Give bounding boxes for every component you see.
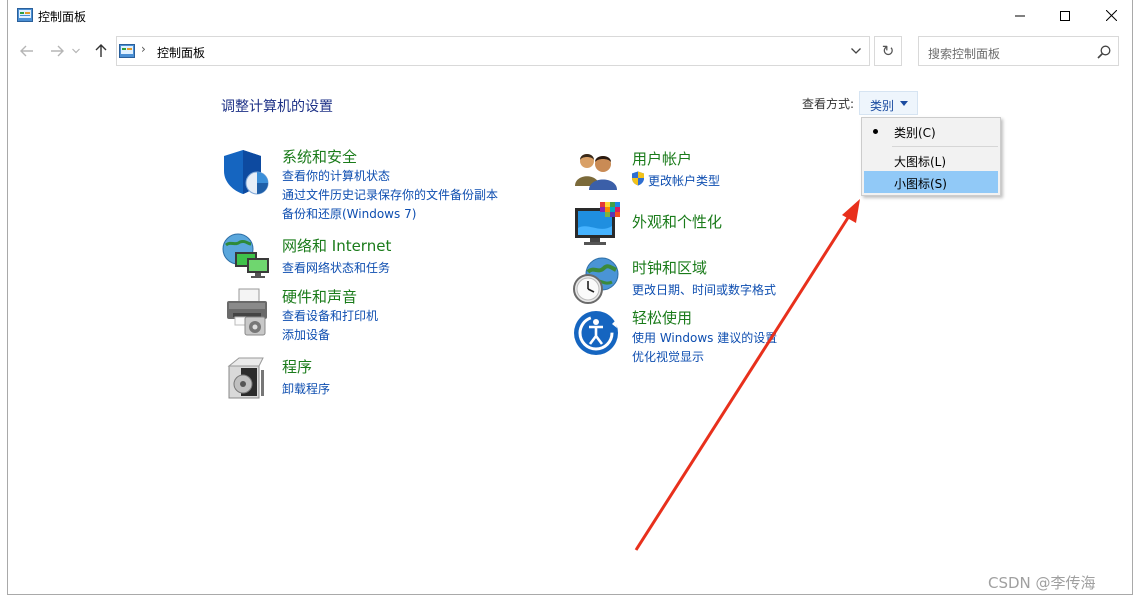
printer-icon[interactable] [221,287,271,337]
link-optimize-visual-display[interactable]: 优化视觉显示 [632,348,704,365]
link-view-network-status[interactable]: 查看网络状态和任务 [282,259,390,276]
window-title: 控制面板 [38,10,87,24]
breadcrumb-separator[interactable]: › [141,42,146,56]
link-change-date-time-format[interactable]: 更改日期、时间或数字格式 [632,281,776,298]
maximize-icon [1060,10,1070,21]
forward-button[interactable] [48,42,66,60]
watermark-text: CSDN @李传海 [988,574,1096,592]
network-globe-icon[interactable] [221,232,271,282]
breadcrumb-control-panel[interactable]: 控制面板 [157,44,205,61]
view-by-menu: 类别(C) 大图标(L) 小图标(S) [861,117,1001,196]
link-change-account-type[interactable]: 更改帐户类型 [648,172,720,189]
link-uninstall-program[interactable]: 卸载程序 [282,380,330,397]
search-icon[interactable] [1097,45,1111,59]
link-file-history-backup[interactable]: 通过文件历史记录保存你的文件备份副本 [282,186,498,203]
address-bar[interactable]: › 控制面板 [116,36,870,66]
shield-icon[interactable] [221,147,271,197]
menu-item-label: 类别(C) [894,126,936,140]
category-hardware-sound[interactable]: 硬件和声音 [282,286,357,307]
view-by-label: 查看方式: [802,97,855,111]
selected-bullet-icon [873,129,878,134]
link-view-computer-status[interactable]: 查看你的计算机状态 [282,167,390,184]
link-view-devices-printers[interactable]: 查看设备和打印机 [282,307,378,324]
display-palette-icon[interactable] [572,200,622,250]
refresh-icon: ↻ [881,42,895,60]
clock-globe-icon[interactable] [572,256,622,306]
category-user-accounts[interactable]: 用户帐户 [632,148,692,169]
maximize-button[interactable] [1042,0,1088,31]
minimize-button[interactable] [997,0,1043,31]
link-windows-recommended-settings[interactable]: 使用 Windows 建议的设置 [632,329,777,346]
control-panel-icon [17,8,33,22]
address-history-button[interactable] [843,37,869,65]
control-panel-icon [119,44,135,58]
users-icon[interactable] [572,146,622,196]
view-by-value: 类别 [870,99,895,113]
search-placeholder: 搜索控制面板 [928,47,1001,61]
up-arrow-icon [95,44,107,57]
minimize-icon [1015,15,1025,16]
menu-item-large-icons[interactable]: 大图标(L) [864,149,998,171]
menu-item-label: 小图标(S) [894,177,947,191]
category-programs[interactable]: 程序 [282,356,312,377]
search-box[interactable]: 搜索控制面板 [918,36,1119,66]
title-bar: 控制面板 [8,0,1132,31]
category-network-internet[interactable]: 网络和 Internet [282,235,391,256]
close-button[interactable] [1088,0,1134,31]
refresh-button[interactable]: ↻ [874,36,902,66]
close-icon [1105,10,1117,21]
chevron-down-icon [72,48,80,54]
ease-of-access-icon[interactable] [572,308,622,358]
chevron-down-icon [851,48,861,54]
category-ease-of-access[interactable]: 轻松使用 [632,307,692,328]
link-backup-restore-win7[interactable]: 备份和还原(Windows 7) [282,205,416,222]
category-clock-region[interactable]: 时钟和区域 [632,257,707,278]
programs-icon[interactable] [221,352,271,402]
category-appearance-personalization[interactable]: 外观和个性化 [632,211,722,232]
navigation-bar: › 控制面板 ↻ 搜索控制面板 [8,36,1132,68]
link-add-device[interactable]: 添加设备 [282,326,330,343]
recent-locations-button[interactable] [71,42,81,60]
uac-shield-icon [632,171,644,186]
forward-arrow-icon [51,45,64,57]
menu-separator [892,146,998,147]
control-panel-window: 控制面板 › 控制面板 ↻ 搜索控制面板 调整计算机的设置 查看方式: 类别 系… [7,0,1133,595]
category-system-security[interactable]: 系统和安全 [282,146,357,167]
up-button[interactable] [92,42,110,60]
page-title: 调整计算机的设置 [221,99,333,115]
menu-item-category[interactable]: 类别(C) [864,120,998,142]
menu-item-small-icons[interactable]: 小图标(S) [864,171,998,193]
caret-down-icon [900,101,908,106]
menu-item-label: 大图标(L) [894,155,947,169]
back-arrow-icon [20,45,33,57]
back-button[interactable] [18,42,36,60]
view-by-dropdown[interactable]: 类别 [859,91,918,115]
